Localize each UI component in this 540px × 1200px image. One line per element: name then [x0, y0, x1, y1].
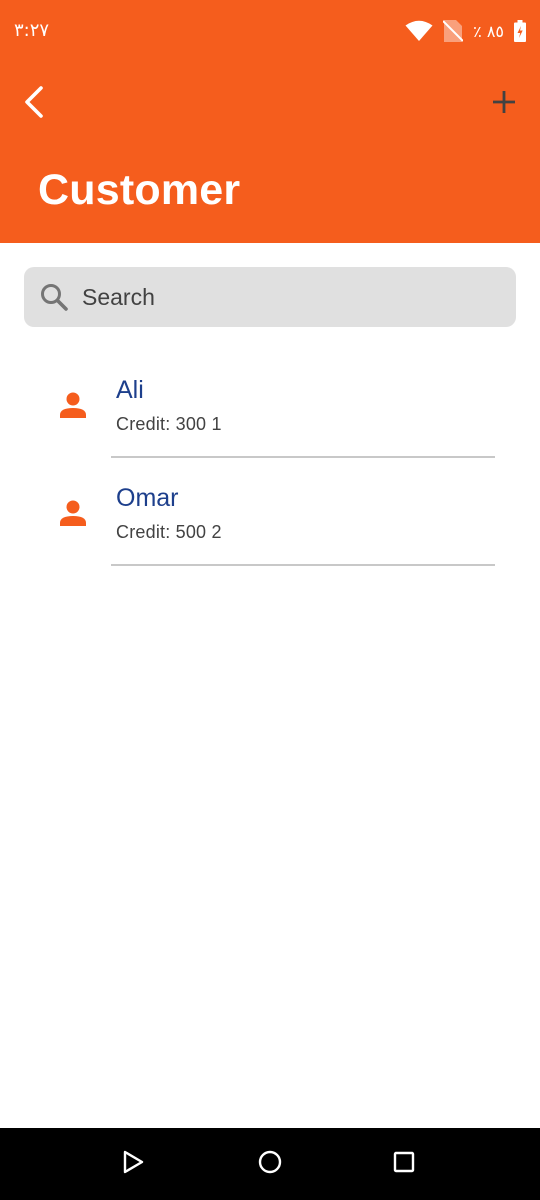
- home-circle-icon: [258, 1150, 282, 1179]
- customer-credit: Credit: 500 2: [116, 522, 222, 542]
- back-button[interactable]: [14, 84, 54, 124]
- person-icon: [58, 498, 88, 528]
- chevron-left-icon: [23, 85, 45, 124]
- battery-charging-icon: [514, 20, 526, 42]
- customer-name: Omar: [116, 484, 179, 512]
- person-icon: [58, 390, 88, 420]
- nav-back-button[interactable]: [119, 1150, 147, 1178]
- back-triangle-icon: [122, 1150, 144, 1179]
- list-item[interactable]: Omar Credit: 500 2: [0, 458, 540, 566]
- wifi-icon: [405, 20, 433, 42]
- status-icons: ٪ ٨٥: [405, 18, 526, 44]
- app-bar: ٣:٢٧ ٪ ٨٥ Customer: [0, 0, 540, 243]
- nav-recents-button[interactable]: [390, 1150, 418, 1178]
- add-customer-button[interactable]: [486, 86, 522, 122]
- divider: [111, 564, 495, 566]
- recents-square-icon: [393, 1151, 415, 1178]
- list-item[interactable]: Ali Credit: 300 1: [0, 350, 540, 458]
- search-icon: [38, 281, 70, 313]
- no-sim-icon: [443, 19, 464, 43]
- page-title: Customer: [38, 166, 241, 214]
- nav-home-button[interactable]: [256, 1150, 284, 1178]
- status-time: ٣:٢٧: [14, 20, 50, 41]
- search-bar[interactable]: [24, 267, 516, 327]
- customer-list: Ali Credit: 300 1 Omar Credit: 500 2: [0, 350, 540, 566]
- search-input[interactable]: [82, 277, 482, 317]
- customer-credit: Credit: 300 1: [116, 414, 222, 434]
- plus-icon: [492, 90, 516, 119]
- status-bar: ٣:٢٧ ٪ ٨٥: [0, 0, 540, 62]
- battery-percent: ٪ ٨٥: [473, 21, 504, 41]
- customer-name: Ali: [116, 376, 144, 404]
- system-nav-bar: [0, 1128, 540, 1200]
